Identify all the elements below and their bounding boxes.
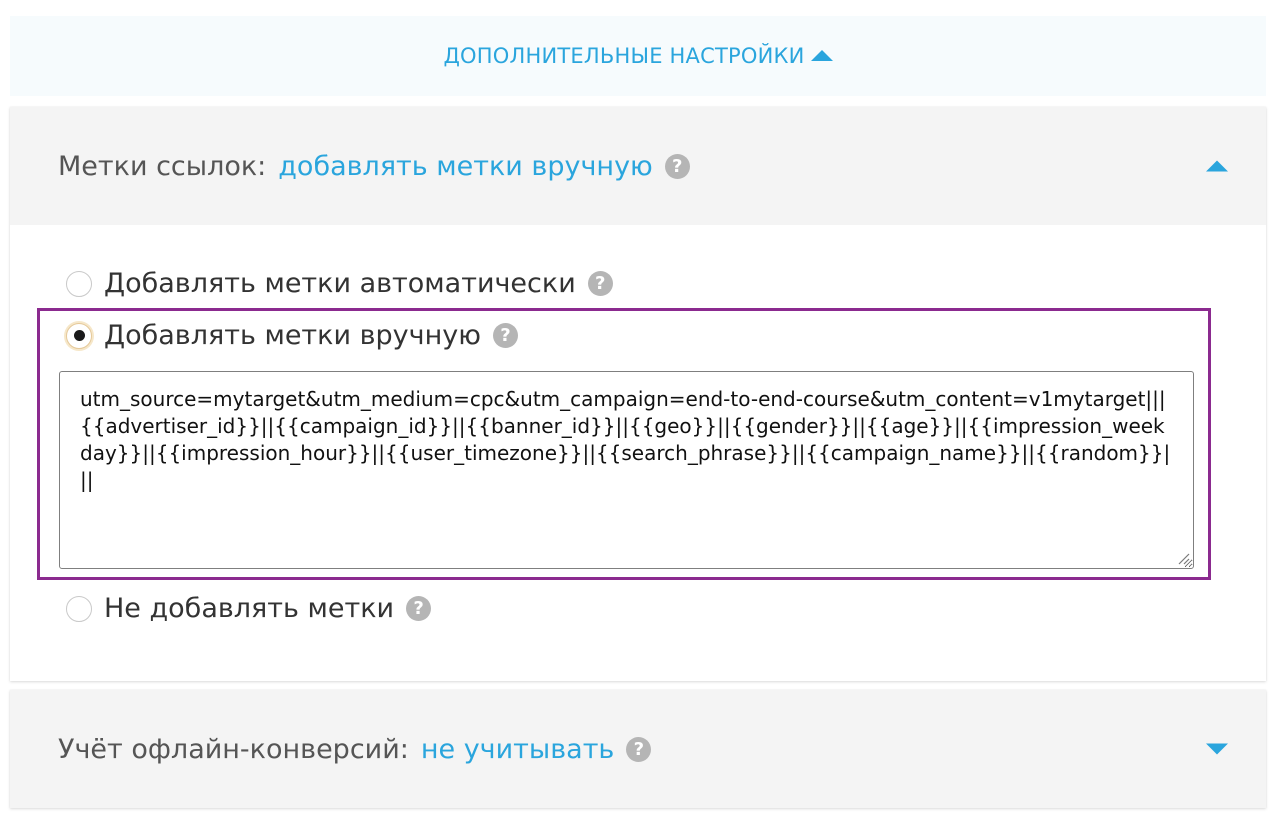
radio-selected-dot [73, 330, 85, 341]
option-auto-tags-label[interactable]: Добавлять метки автоматически [104, 268, 576, 299]
advanced-settings-label: ДОПОЛНИТЕЛЬНЫЕ НАСТРОЙКИ [443, 44, 805, 68]
link-tags-value[interactable]: добавлять метки вручную [278, 151, 653, 182]
option-no-tags-help-icon[interactable]: ? [406, 596, 432, 621]
option-auto-tags[interactable]: Добавлять метки автоматически ? [66, 268, 613, 299]
advanced-settings-toggle[interactable]: ДОПОЛНИТЕЛЬНЫЕ НАСТРОЙКИ [10, 16, 1266, 96]
offline-conversions-label: Учёт офлайн-конверсий: [58, 733, 409, 765]
option-manual-tags-label[interactable]: Добавлять метки вручную [104, 320, 481, 351]
offline-conversions-header[interactable]: Учёт офлайн-конверсий: не учитывать ? [10, 690, 1266, 808]
offline-conversions-help-icon[interactable]: ? [626, 736, 652, 762]
link-tags-header[interactable]: Метки ссылок: добавлять метки вручную ? [10, 107, 1266, 225]
offline-conversions-section: Учёт офлайн-конверсий: не учитывать ? [10, 690, 1266, 808]
radio-auto-tags[interactable] [66, 270, 92, 297]
triangle-up-icon [810, 49, 833, 61]
link-tags-label: Метки ссылок: [58, 150, 267, 182]
offline-conversions-value[interactable]: не учитывать [421, 734, 614, 765]
option-no-tags-label[interactable]: Не добавлять метки [104, 593, 394, 624]
option-no-tags[interactable]: Не добавлять метки ? [66, 593, 432, 624]
link-tags-help-icon[interactable]: ? [664, 153, 690, 179]
link-tags-section: Метки ссылок: добавлять метки вручную ? … [10, 107, 1266, 681]
manual-tags-textarea[interactable] [59, 371, 1194, 569]
radio-no-tags[interactable] [66, 595, 92, 622]
option-manual-tags-help-icon[interactable]: ? [492, 323, 518, 348]
collapse-triangle-up-icon[interactable] [1206, 160, 1228, 172]
option-auto-tags-help-icon[interactable]: ? [587, 271, 613, 296]
radio-manual-tags[interactable] [66, 322, 92, 349]
expand-triangle-down-icon[interactable] [1206, 743, 1228, 755]
option-manual-tags[interactable]: Добавлять метки вручную ? [66, 320, 518, 351]
